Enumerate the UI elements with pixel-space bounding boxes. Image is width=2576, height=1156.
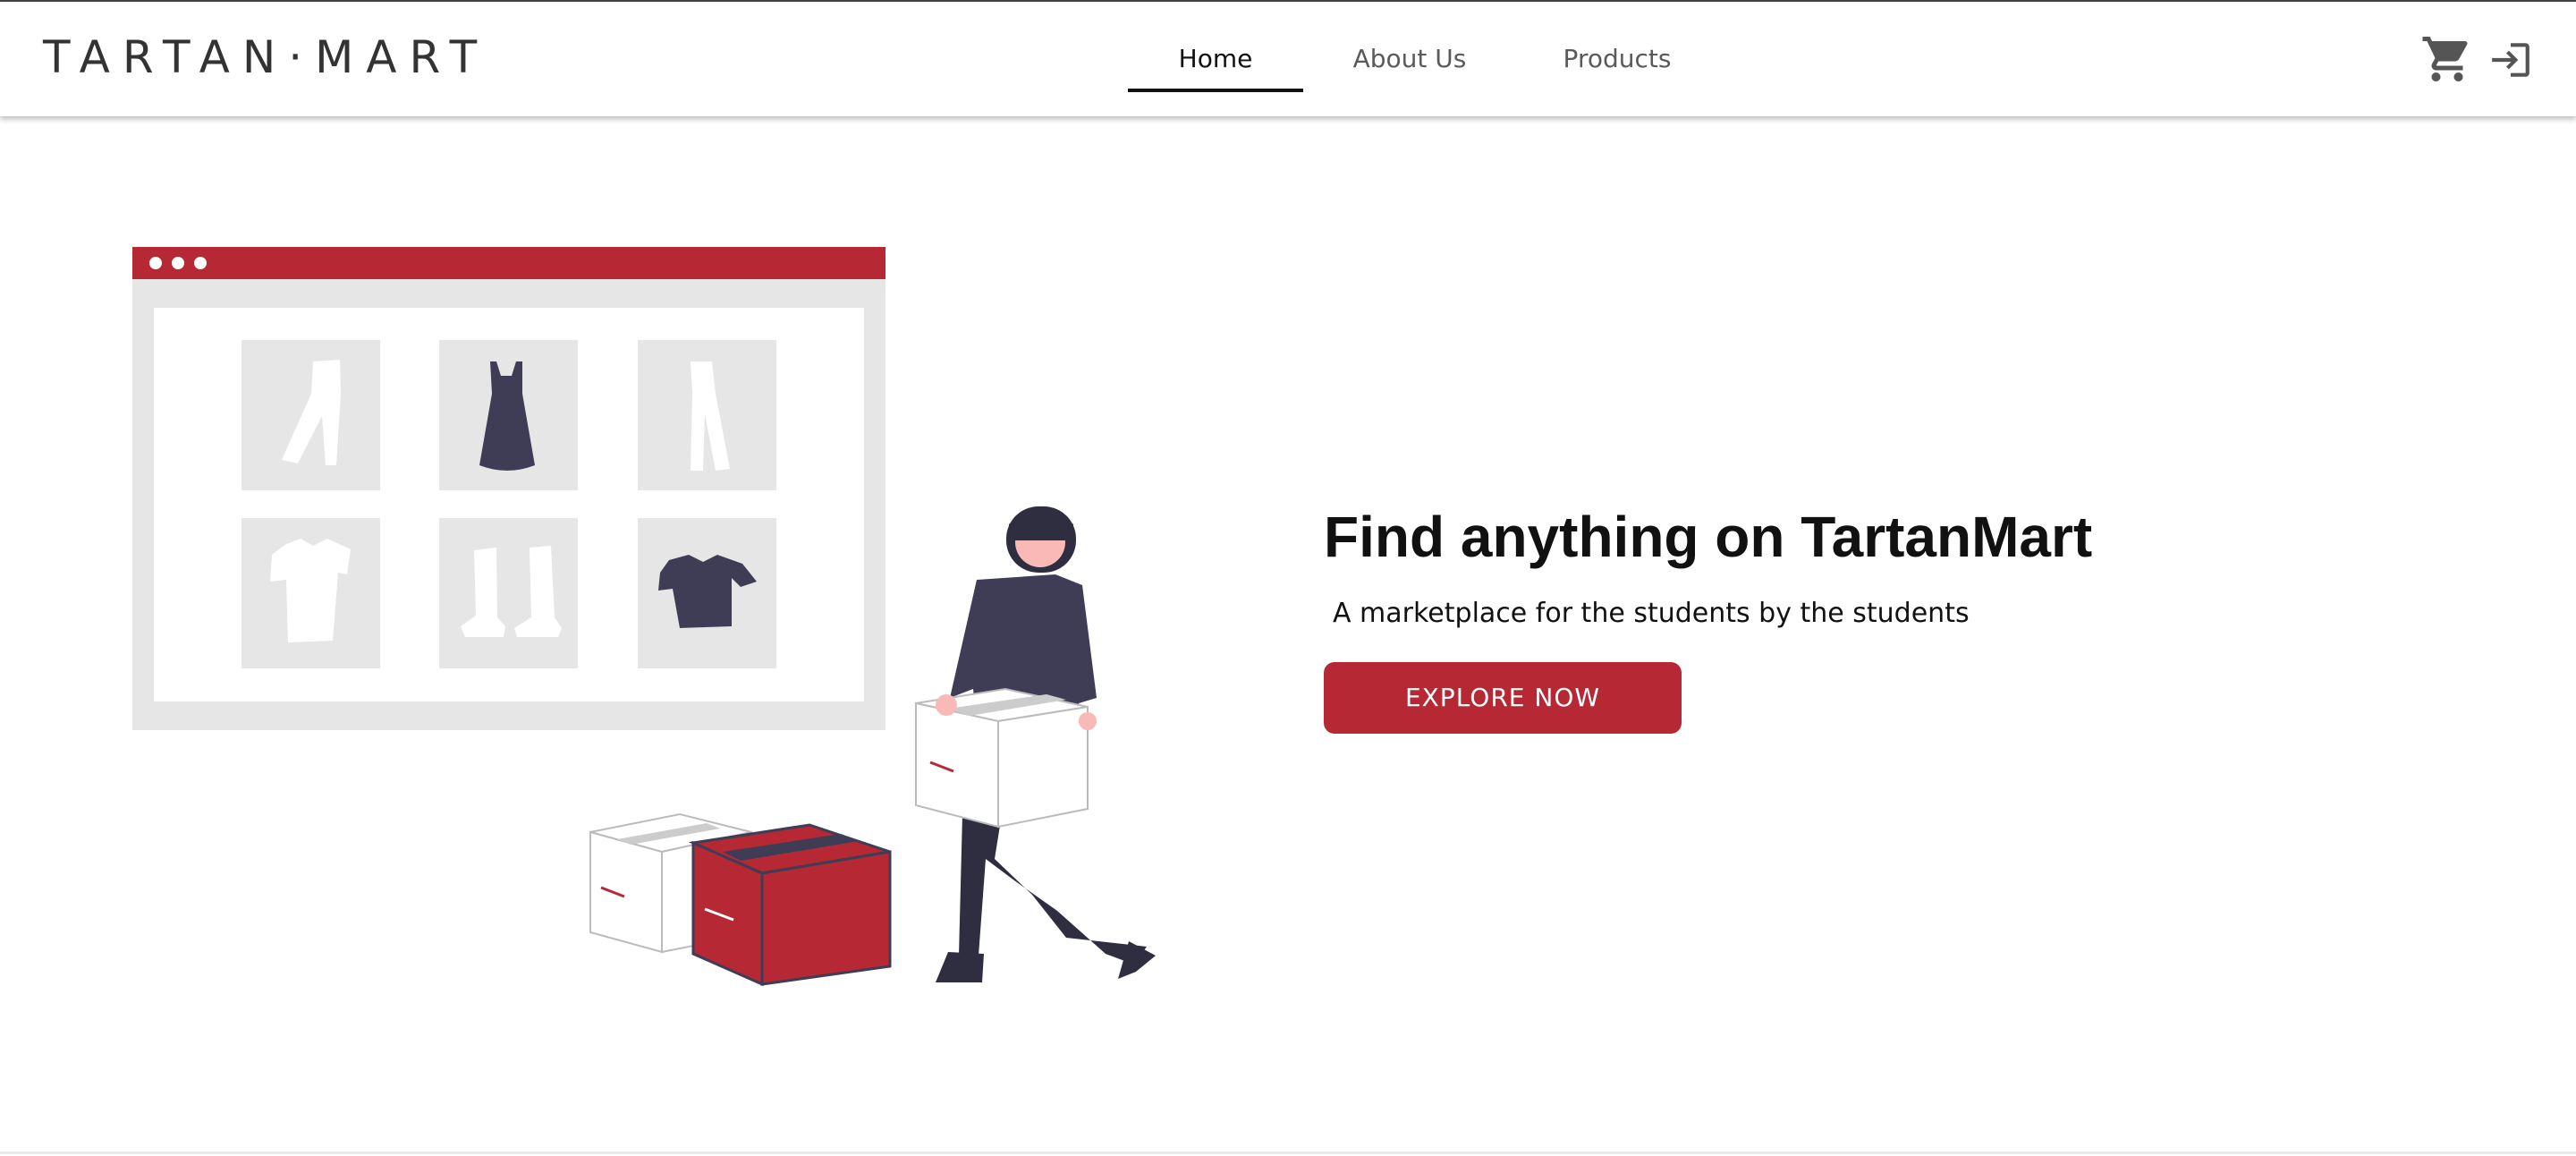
shopping-illustration — [132, 247, 1156, 987]
nav-products[interactable]: Products — [1549, 43, 1685, 75]
cart-icon[interactable] — [2420, 32, 2474, 86]
login-icon[interactable] — [2488, 38, 2533, 82]
page-bottom-divider — [0, 1152, 2576, 1154]
hero-subtitle: A marketplace for the students by the st… — [1333, 598, 1970, 629]
site-logo[interactable]: TARTAN·MART — [43, 30, 489, 84]
nav-about-us[interactable]: About Us — [1338, 43, 1481, 75]
browser-window-graphic — [132, 247, 886, 730]
hero-title: Find anything on TartanMart — [1324, 505, 2093, 569]
boxes-graphic — [589, 812, 892, 987]
explore-now-button[interactable]: EXPLORE NOW — [1324, 662, 1682, 734]
active-tab-underline — [1128, 89, 1303, 92]
nav-home[interactable]: Home — [1128, 43, 1303, 75]
person-graphic — [915, 506, 1156, 982]
top-navbar: TARTAN·MART Home About Us Products — [0, 2, 2576, 116]
